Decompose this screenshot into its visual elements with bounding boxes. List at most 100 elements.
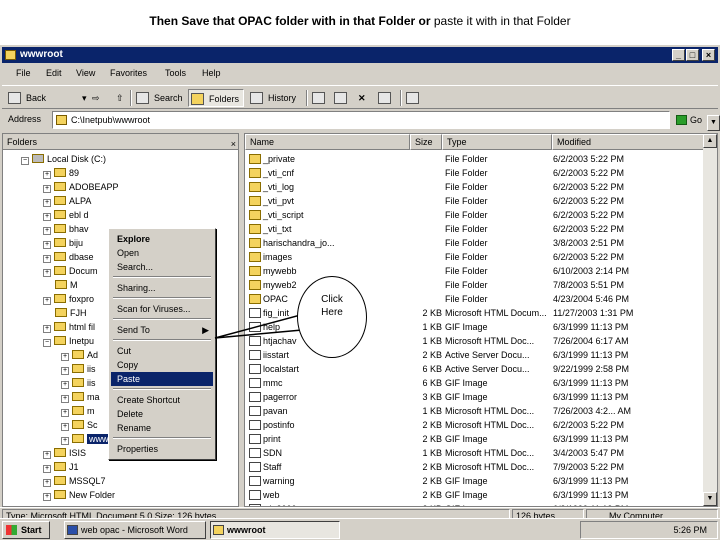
tree-item[interactable]: FJH [55,306,87,320]
expand-icon[interactable]: + [43,171,51,179]
tree-item[interactable]: + MSSQL7 [43,474,106,488]
history-button[interactable]: History [248,89,302,107]
expand-icon[interactable]: + [43,213,51,221]
file-row[interactable]: _vti_log File Folder 6/2/2003 5:22 PM [245,180,705,194]
file-row[interactable]: harischandra_jo... File Folder 3/8/2003 2:… [245,236,705,250]
scroll-up-arrow[interactable]: ▲ [703,134,717,148]
menu-item-properties[interactable]: Properties [111,442,213,456]
menu-item-send-to[interactable]: Send To ▶ [111,323,213,337]
close-button[interactable]: × [702,49,715,61]
tree-item[interactable]: + Sc [61,418,98,432]
column-type[interactable]: Type [442,134,552,150]
forward-button[interactable]: ⇨ [88,89,108,107]
tree-item[interactable]: + dbase [43,250,94,264]
tree-item[interactable]: − Inetpu [43,334,94,348]
expand-icon[interactable]: + [43,493,51,501]
file-row[interactable]: Staff 2 KB Microsoft HTML Doc... 7/9/2003 5… [245,460,705,474]
file-row[interactable]: _vti_script File Folder 6/2/2003 5:22 PM [245,208,705,222]
file-row[interactable]: _vti_cnf File Folder 6/2/2003 5:22 PM [245,166,705,180]
tree-item[interactable]: + New Folder [43,488,115,502]
scroll-down-arrow[interactable]: ▼ [703,492,717,506]
tree-item[interactable]: + Docum [43,264,98,278]
file-row[interactable]: postinfo 2 KB Microsoft HTML Doc... 6/2/200… [245,418,705,432]
file-row[interactable]: _vti_txt File Folder 6/2/2003 5:22 PM [245,222,705,236]
expand-icon[interactable]: + [43,465,51,473]
menu-item-copy[interactable]: Copy [111,358,213,372]
tree-item[interactable]: + m [61,404,95,418]
move-to-button[interactable] [310,89,330,107]
expand-icon[interactable]: + [43,241,51,249]
menu-view[interactable]: View [76,68,95,78]
file-row[interactable]: warning 2 KB GIF Image 6/3/1999 11:13 PM [245,474,705,488]
menu-item-explore[interactable]: Explore [111,232,213,246]
expand-icon[interactable]: + [43,185,51,193]
tree-item[interactable]: − Local Disk (C:) [21,152,106,166]
file-row[interactable]: _vti_pvt File Folder 6/2/2003 5:22 PM [245,194,705,208]
column-modified[interactable]: Modified [552,134,705,150]
file-row[interactable]: mmc 6 KB GIF Image 6/3/1999 11:13 PM [245,376,705,390]
file-row[interactable]: pagerror 3 KB GIF Image 6/3/1999 11:13 PM [245,390,705,404]
menu-favorites[interactable]: Favorites [110,68,147,78]
menu-item-sharing[interactable]: Sharing... [111,281,213,295]
menu-edit[interactable]: Edit [46,68,62,78]
tree-item[interactable]: +89 [43,166,79,180]
up-folder-button[interactable]: ⇧ [112,89,132,107]
back-button[interactable]: Back [6,89,58,107]
tree-item[interactable]: + ADOBEAPP [43,180,119,194]
file-row[interactable]: mywebb File Folder 6/10/2003 2:14 PM [245,264,705,278]
search-button[interactable]: Search [134,89,186,107]
expand-icon[interactable]: + [61,437,69,445]
tree-item[interactable]: M [55,278,78,292]
title-bar[interactable]: wwwroot _ □ × [2,47,718,63]
tree-item[interactable]: + html fil [43,320,95,334]
folders-button[interactable]: Folders [188,89,244,107]
file-row[interactable]: localstart 6 KB Active Server Docu... 9/22/… [245,362,705,376]
menu-item-paste[interactable]: Paste [111,372,213,386]
expand-icon[interactable]: + [61,381,69,389]
collapse-icon[interactable]: − [21,157,29,165]
expand-icon[interactable]: + [61,423,69,431]
menu-item-create-shortcut[interactable]: Create Shortcut [111,393,213,407]
expand-icon[interactable]: + [43,255,51,263]
column-size[interactable]: Size [410,134,442,150]
copy-to-button[interactable] [332,89,352,107]
file-row[interactable]: SDN 1 KB Microsoft HTML Doc... 3/4/2003 5:4… [245,446,705,460]
tree-item[interactable]: + iis [61,362,96,376]
expand-icon[interactable]: + [43,199,51,207]
expand-icon[interactable]: + [43,451,51,459]
menu-item-delete[interactable]: Delete [111,407,213,421]
maximize-button[interactable]: □ [686,49,699,61]
tree-item[interactable]: + iis [61,376,96,390]
vertical-scrollbar[interactable]: ▲ ▼ [703,134,717,506]
expand-icon[interactable]: + [43,325,51,333]
menu-help[interactable]: Help [202,68,221,78]
file-row[interactable]: _private File Folder 6/2/2003 5:22 PM [245,152,705,166]
menu-item-scan[interactable]: Scan for Viruses... [111,302,213,316]
undo-button[interactable] [376,89,396,107]
file-row[interactable]: pavan 1 KB Microsoft HTML Doc... 7/26/2003 … [245,404,705,418]
expand-icon[interactable]: + [43,227,51,235]
tree-item[interactable]: + ma [61,390,100,404]
tree-item[interactable]: + J1 [43,460,79,474]
tree-item[interactable]: + ebl d [43,208,89,222]
menu-item-cut[interactable]: Cut [111,344,213,358]
back-dropdown[interactable]: ▾ [62,89,87,107]
expand-icon[interactable]: + [61,367,69,375]
tree-item[interactable]: + foxpro [43,292,94,306]
tree-item[interactable]: + Ad [61,348,98,362]
menu-tools[interactable]: Tools [165,68,186,78]
expand-icon[interactable]: + [43,297,51,305]
clock[interactable]: 5:26 PM [673,522,707,538]
column-name[interactable]: Name [245,134,410,150]
file-row[interactable]: images File Folder 6/2/2003 5:22 PM [245,250,705,264]
taskbar-item-word[interactable]: web opac - Microsoft Word [64,521,206,539]
views-button[interactable] [404,89,430,107]
delete-button[interactable]: ✕ [354,89,374,107]
expand-icon[interactable]: + [61,395,69,403]
tree-item[interactable]: + ISIS [43,446,86,460]
start-button[interactable]: Start [2,521,50,539]
minimize-button[interactable]: _ [672,49,685,61]
menu-item-open[interactable]: Open [111,246,213,260]
menu-file[interactable]: File [16,68,31,78]
go-button[interactable]: Go [674,112,714,128]
